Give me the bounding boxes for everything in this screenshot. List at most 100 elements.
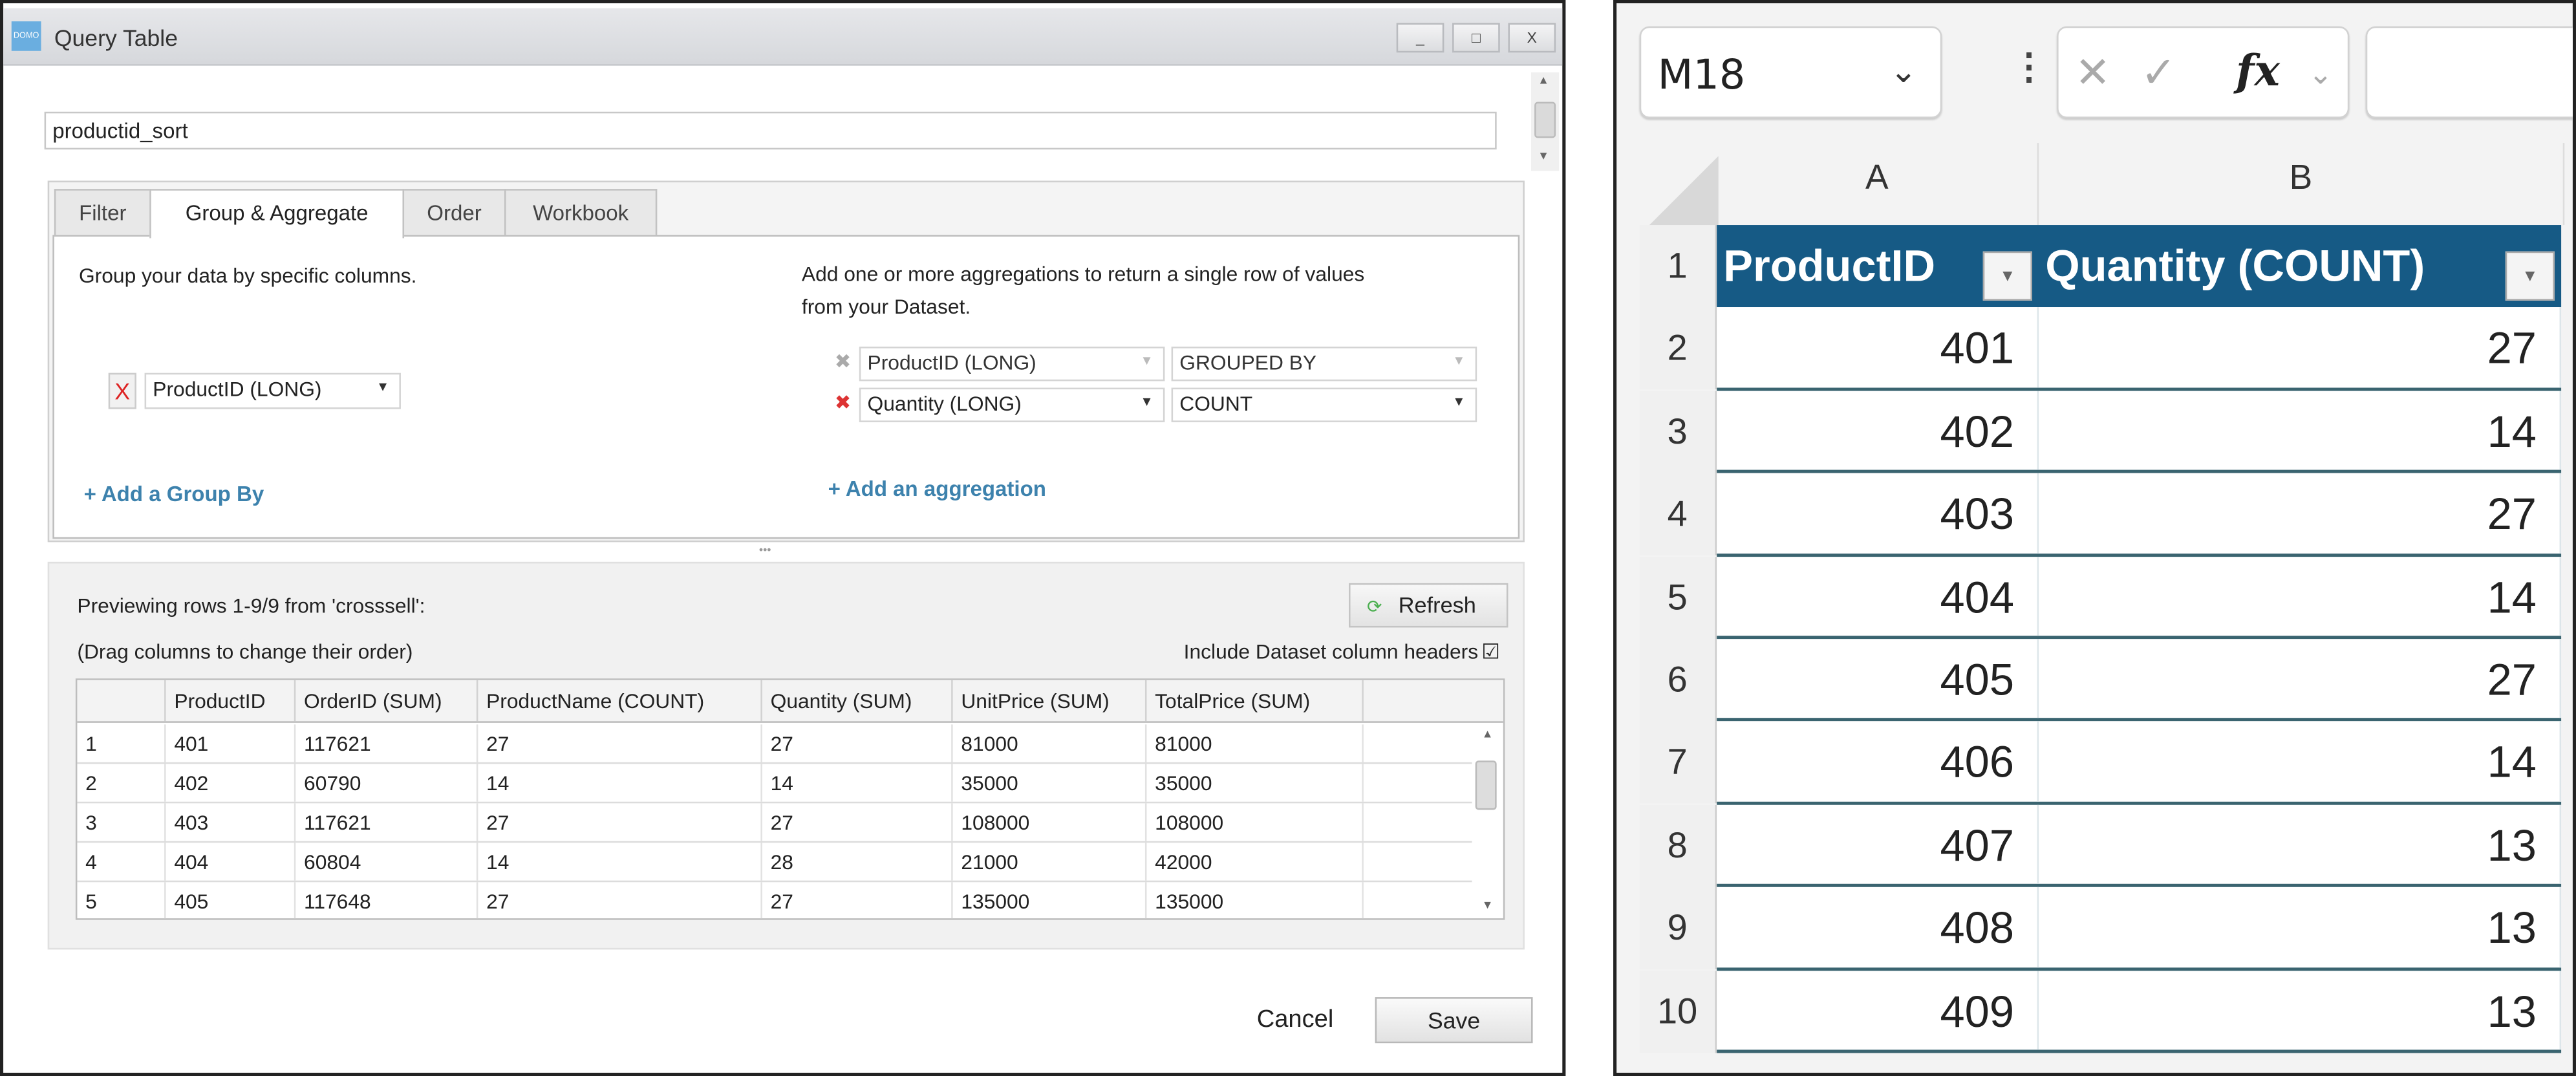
row-header[interactable]: 5: [1639, 556, 1717, 639]
remove-aggregation-icon[interactable]: ✖: [835, 391, 852, 414]
select-all-button[interactable]: [1646, 156, 1719, 229]
row-header[interactable]: 4: [1639, 473, 1717, 556]
dialog-scrollbar[interactable]: ▲ ▼: [1531, 72, 1560, 171]
maximize-button[interactable]: □: [1452, 23, 1500, 53]
cell[interactable]: 14: [2039, 556, 2562, 636]
formula-bar-input[interactable]: [2365, 26, 2573, 118]
cell[interactable]: 404: [1717, 556, 2039, 636]
column-header[interactable]: OrderID (SUM): [295, 680, 478, 722]
table-row: 3 403 117621 27 27 108000 108000: [77, 803, 1472, 843]
table-header-row: ProductID OrderID (SUM) ProductName (COUNT…: [77, 680, 1503, 723]
enter-icon[interactable]: ✓: [2141, 48, 2176, 99]
scroll-up-icon[interactable]: ▲: [1538, 76, 1549, 87]
add-group-by-link[interactable]: + Add a Group By: [84, 481, 264, 506]
column-header[interactable]: ProductID: [166, 680, 296, 722]
row-header[interactable]: 9: [1639, 887, 1717, 970]
filter-dropdown-icon[interactable]: ▼: [1982, 251, 2032, 301]
cell[interactable]: 13: [2039, 804, 2562, 885]
column-header-b[interactable]: B: [2039, 143, 2565, 226]
row-header[interactable]: 2: [1639, 308, 1717, 391]
cell[interactable]: 401: [1717, 308, 2039, 388]
cell[interactable]: 408: [1717, 887, 2039, 967]
cell[interactable]: 406: [1717, 722, 2039, 802]
tab-workbook[interactable]: Workbook: [504, 189, 658, 237]
chevron-down-icon[interactable]: ⌄: [1890, 51, 1918, 92]
column-header-a[interactable]: A: [1717, 143, 2039, 226]
row-header[interactable]: 8: [1639, 804, 1717, 887]
row-header[interactable]: 6: [1639, 639, 1717, 722]
scroll-up-icon[interactable]: ▲: [1482, 729, 1494, 741]
cell[interactable]: 407: [1717, 804, 2039, 885]
cancel-button[interactable]: Cancel: [1257, 1006, 1334, 1033]
cell-value: 401: [1940, 324, 2015, 374]
column-header[interactable]: ProductName (COUNT): [478, 680, 762, 722]
aggregate-column-value: Quantity (LONG): [867, 393, 1022, 416]
save-button[interactable]: Save: [1375, 997, 1533, 1044]
aggregate-column-select[interactable]: ProductID (LONG) ▼: [859, 347, 1165, 382]
row-header[interactable]: 3: [1639, 391, 1717, 473]
query-name-input[interactable]: [44, 111, 1497, 150]
refresh-icon: ⟳: [1366, 597, 1382, 618]
cell[interactable]: 14: [2039, 391, 2562, 471]
filter-dropdown-icon[interactable]: ▼: [2505, 251, 2555, 301]
refresh-button[interactable]: ⟳ Refresh: [1348, 583, 1508, 628]
cell[interactable]: 27: [2039, 473, 2562, 554]
column-header[interactable]: UnitPrice (SUM): [953, 680, 1147, 722]
table-scrollbar[interactable]: ▲ ▼: [1472, 724, 1502, 918]
scroll-thumb[interactable]: [1534, 102, 1556, 138]
header-label: ProductID: [1723, 241, 1936, 291]
header-cell[interactable]: Quantity (COUNT) ▼: [2039, 225, 2561, 308]
include-headers-option[interactable]: Include Dataset column headers ☑: [1184, 639, 1500, 664]
excel-window: M18 ⌄ ⋮ ✕ ✓ fx ⌄ A B 1 ProductID ▼ Quantity…: [1613, 0, 2576, 1076]
cell[interactable]: 27: [2039, 639, 2562, 719]
include-headers-checkbox[interactable]: ☑: [1481, 641, 1500, 664]
scroll-down-icon[interactable]: ▼: [1538, 151, 1549, 163]
aggregate-function-select[interactable]: GROUPED BY ▼: [1171, 347, 1477, 382]
window-title: Query Table: [54, 25, 178, 51]
scroll-thumb[interactable]: [1475, 760, 1497, 810]
cell[interactable]: 13: [2039, 970, 2562, 1050]
cell[interactable]: 409: [1717, 970, 2039, 1050]
table-cell: 42000: [1146, 843, 1364, 881]
tab-filter[interactable]: Filter: [54, 189, 151, 237]
remove-group-button[interactable]: X: [108, 372, 136, 409]
group-column-select[interactable]: ProductID (LONG) ▼: [144, 372, 401, 409]
tab-group-aggregate[interactable]: Group & Aggregate: [149, 189, 405, 239]
scroll-down-icon[interactable]: ▼: [1482, 900, 1494, 912]
close-button[interactable]: X: [1508, 23, 1556, 53]
cell[interactable]: 13: [2039, 887, 2562, 967]
minimize-button[interactable]: _: [1396, 23, 1444, 53]
cancel-icon[interactable]: ✕: [2075, 48, 2110, 99]
fx-icon[interactable]: fx: [2236, 48, 2280, 97]
name-box[interactable]: M18 ⌄: [1639, 26, 1942, 118]
column-header[interactable]: TotalPrice (SUM): [1146, 680, 1364, 722]
row-header[interactable]: 7: [1639, 722, 1717, 804]
table-cell: 27: [762, 724, 953, 762]
header-label: Quantity (COUNT): [2045, 241, 2425, 291]
chevron-down-icon[interactable]: ⌄: [2308, 58, 2333, 92]
aggregate-column-select[interactable]: Quantity (LONG) ▼: [859, 387, 1165, 422]
group-aggregate-panel: Group your data by specific columns. X P…: [52, 235, 1520, 539]
tab-container: Filter Group & Aggregate Order Workbook …: [47, 180, 1525, 543]
table-cell: 2: [77, 764, 166, 802]
remove-aggregation-icon[interactable]: ✖: [835, 350, 852, 373]
tab-order[interactable]: Order: [402, 189, 506, 237]
add-aggregation-link[interactable]: + Add an aggregation: [828, 477, 1046, 501]
aggregate-function-select[interactable]: COUNT ▼: [1171, 387, 1477, 422]
column-header[interactable]: Quantity (SUM): [762, 680, 953, 722]
sheet-grid: 1 ProductID ▼ Quantity (COUNT) ▼ 2 401 27 3 402 14…: [1639, 225, 2573, 1073]
cell[interactable]: 403: [1717, 473, 2039, 554]
cell-value: 13: [2487, 903, 2537, 953]
more-options-icon[interactable]: ⋮: [2011, 46, 2047, 89]
table-cell: 401: [166, 724, 296, 762]
cell[interactable]: 402: [1717, 391, 2039, 471]
cell[interactable]: 27: [2039, 308, 2562, 388]
cell[interactable]: 14: [2039, 722, 2562, 802]
dropdown-arrow-icon: ▼: [376, 379, 390, 394]
row-header[interactable]: 1: [1639, 225, 1717, 308]
cell[interactable]: 405: [1717, 639, 2039, 719]
header-cell[interactable]: ProductID ▼: [1717, 225, 2039, 308]
column-header[interactable]: [77, 680, 166, 722]
splitter-handle[interactable]: •••: [759, 545, 771, 557]
row-header[interactable]: 10: [1639, 970, 1717, 1053]
